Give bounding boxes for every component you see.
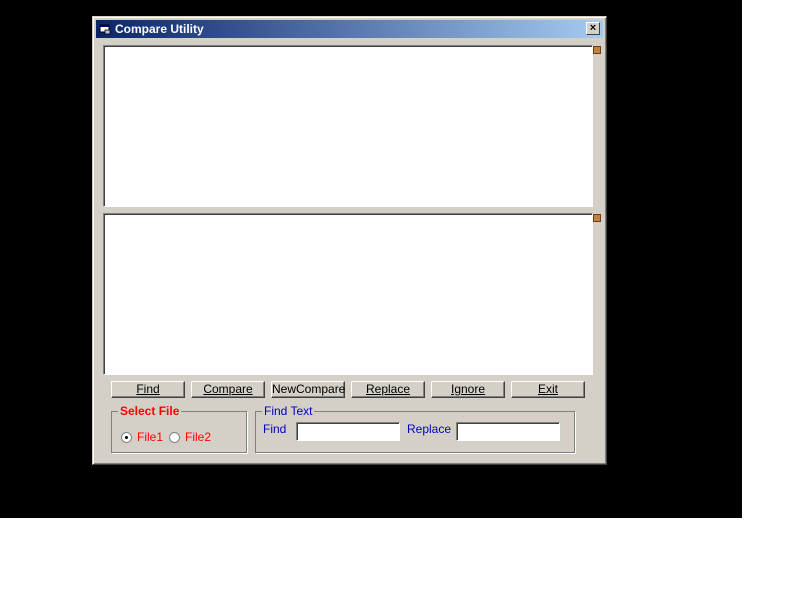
file2-radio[interactable] (169, 432, 180, 443)
file1-text-pane[interactable] (103, 45, 593, 207)
ignore-button-label: Ignore (450, 382, 486, 396)
close-button[interactable]: × (586, 22, 600, 35)
pane2-resize-handle[interactable] (593, 214, 601, 222)
ignore-button[interactable]: Ignore (431, 381, 505, 398)
select-file-legend: Select File (118, 404, 182, 418)
pane1-resize-handle[interactable] (593, 46, 601, 54)
replace-input[interactable] (456, 422, 560, 441)
compare-utility-window: Compare Utility × Find Compare NewCompar… (92, 16, 607, 465)
new-compare-button[interactable]: NewCompare (271, 381, 345, 398)
file1-radio[interactable] (121, 432, 132, 443)
replace-label: Replace (407, 422, 452, 436)
file2-radio-label[interactable]: File2 (185, 430, 211, 444)
compare-button[interactable]: Compare (191, 381, 265, 398)
find-label: Find (263, 422, 287, 436)
exit-button-label: Exit (537, 382, 558, 396)
window-title: Compare Utility (115, 22, 204, 36)
app-window-icon (99, 24, 111, 35)
find-text-legend: Find Text (262, 404, 315, 418)
file2-text-pane[interactable] (103, 213, 593, 375)
title-bar[interactable]: Compare Utility × (96, 20, 603, 38)
select-file-group: Select File File1 File2 (111, 404, 247, 453)
close-icon: × (589, 22, 597, 34)
replace-button-label: Replace (365, 382, 411, 396)
find-text-group: Find Text Find Replace (255, 404, 575, 453)
find-button[interactable]: Find (111, 381, 185, 398)
new-compare-button-label: NewCompare (272, 382, 346, 396)
find-button-label: Find (136, 382, 160, 396)
replace-button[interactable]: Replace (351, 381, 425, 398)
file1-radio-label[interactable]: File1 (137, 430, 163, 444)
find-input[interactable] (296, 422, 400, 441)
exit-button[interactable]: Exit (511, 381, 585, 398)
compare-button-label: Compare (203, 382, 253, 396)
